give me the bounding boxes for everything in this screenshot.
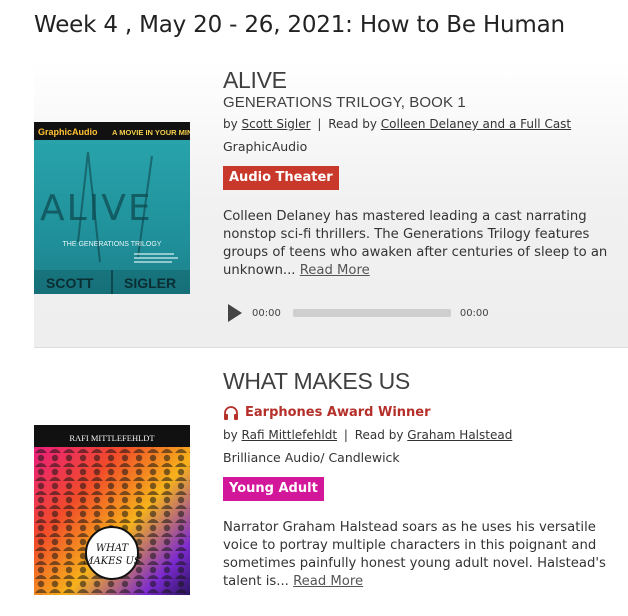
cover-word: ALIVE xyxy=(40,188,153,229)
byline: by Scott Sigler | Read by Colleen Delane… xyxy=(223,117,628,131)
cover-series: THE GENERATIONS TRILOGY xyxy=(63,241,162,248)
blurb-text: Colleen Delaney has mastered leading a c… xyxy=(223,209,608,278)
award: Earphones Award Winner xyxy=(223,405,628,420)
review-blurb: Colleen Delaney has mastered leading a c… xyxy=(223,208,621,280)
award-label: Earphones Award Winner xyxy=(245,405,431,420)
book-title[interactable]: WHAT MAKES US xyxy=(223,368,628,395)
by-label: by xyxy=(223,117,238,131)
seek-bar[interactable] xyxy=(292,309,451,317)
byline: by Rafi Mittlefehldt | Read by Graham Ha… xyxy=(223,428,628,442)
genre-badge[interactable]: Audio Theater xyxy=(223,166,339,190)
genre-badge[interactable]: Young Adult xyxy=(223,477,324,501)
cover-title-1: WHAT xyxy=(96,543,130,554)
duration-time: 00:00 xyxy=(459,307,489,319)
entry-info: WHAT MAKES US Earphones Award Winner by … xyxy=(223,352,628,591)
title-entry: GraphicAudio A MOVIE IN YOUR MIND ALIVE … xyxy=(34,60,628,348)
byline-separator: | xyxy=(317,117,322,131)
book-subtitle: GENERATIONS TRILOGY, BOOK 1 xyxy=(223,94,466,111)
byline-separator: | xyxy=(343,428,348,442)
cover-brand: GraphicAudio xyxy=(38,127,98,137)
page-title: Week 4 , May 20 - 26, 2021: How to Be Hu… xyxy=(34,12,565,38)
cover-author-first: SCOTT xyxy=(46,275,94,291)
narrator-link[interactable]: Colleen Delaney and a Full Cast xyxy=(381,117,571,131)
publisher: Brilliance Audio/ Candlewick xyxy=(223,450,400,465)
by-label: by xyxy=(223,428,238,442)
cover-author: RAFI MITTLEFEHLDT xyxy=(69,433,155,443)
cover-author-last: SIGLER xyxy=(124,275,176,291)
headphones-icon xyxy=(224,405,238,420)
cover-tagline: A MOVIE IN YOUR MIND xyxy=(112,128,190,137)
book-cover-alive[interactable]: GraphicAudio A MOVIE IN YOUR MIND ALIVE … xyxy=(34,122,190,294)
author-link[interactable]: Scott Sigler xyxy=(242,117,311,131)
review-blurb: Narrator Graham Halstead soars as he use… xyxy=(223,519,621,591)
blurb-text: Narrator Graham Halstead soars as he use… xyxy=(223,520,606,589)
current-time: 00:00 xyxy=(252,307,281,319)
title-entry: RAFI MITTLEFEHLDT WHAT MAKES US WHAT MAK… xyxy=(34,352,628,616)
publisher: GraphicAudio xyxy=(223,139,308,154)
book-cover-what-makes-us[interactable]: RAFI MITTLEFEHLDT WHAT MAKES US xyxy=(34,425,190,595)
entry-info: ALIVE GENERATIONS TRILOGY, BOOK 1 by Sco… xyxy=(223,60,628,324)
author-link[interactable]: Rafi Mittlefehldt xyxy=(242,428,337,442)
read-more-link[interactable]: Read More xyxy=(300,263,370,278)
play-icon[interactable] xyxy=(228,304,242,322)
narrator-link[interactable]: Graham Halstead xyxy=(407,428,512,442)
read-by-label: Read by xyxy=(354,428,404,442)
audio-player: 00:00 00:00 xyxy=(223,302,628,324)
cover-title-2: MAKES US xyxy=(82,556,141,567)
book-title[interactable]: ALIVE xyxy=(223,67,628,94)
read-more-link[interactable]: Read More xyxy=(293,574,363,589)
read-by-label: Read by xyxy=(328,117,377,131)
